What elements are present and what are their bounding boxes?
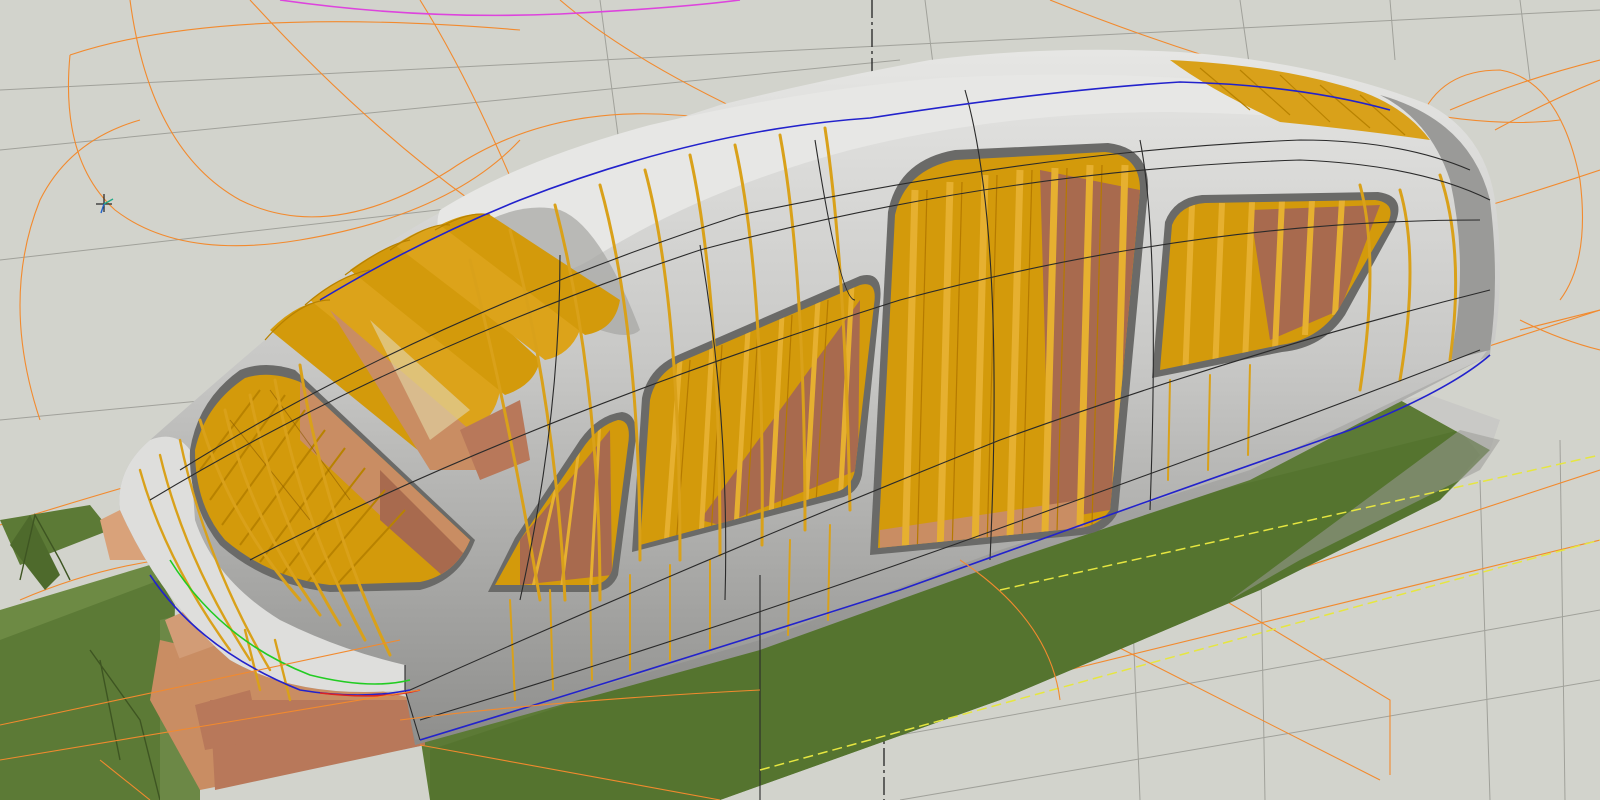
model-scene[interactable]: [0, 0, 1600, 800]
cad-3d-viewport[interactable]: [0, 0, 1600, 800]
curve-magenta: [279, 0, 741, 17]
side-window-3: [870, 143, 1149, 555]
coordinate-triad-icon: [96, 194, 114, 214]
